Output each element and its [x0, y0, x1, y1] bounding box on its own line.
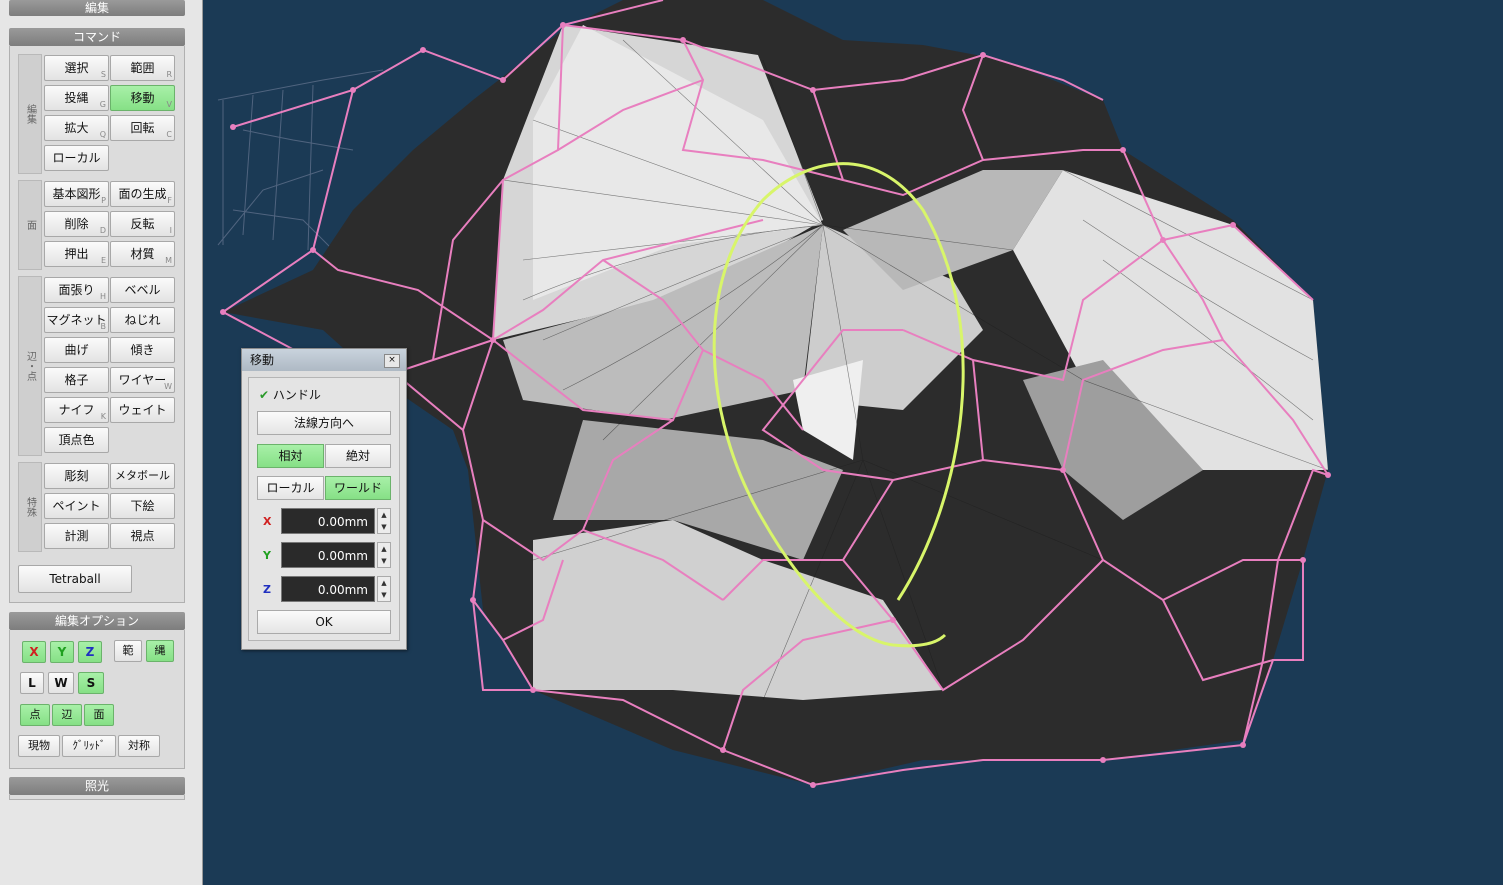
- point-option[interactable]: 点: [20, 704, 50, 726]
- tilt-button[interactable]: 傾き: [110, 337, 175, 363]
- magnet-button[interactable]: マグネット B: [44, 307, 109, 333]
- z-spinner[interactable]: ▲ ▼: [377, 576, 391, 602]
- handle-checkbox-row[interactable]: ✔ ハンドル: [259, 386, 321, 403]
- move-dialog-title[interactable]: 移動: [242, 349, 406, 371]
- grid-option[interactable]: ｸﾞﾘｯﾄﾞ: [62, 735, 116, 757]
- ok-button[interactable]: OK: [257, 610, 391, 634]
- group-tab-special: 特殊: [18, 462, 42, 552]
- range-option[interactable]: 範: [114, 640, 142, 662]
- metaball-button[interactable]: メタボール粘: [110, 463, 175, 506]
- twist-button[interactable]: ねじれ: [110, 307, 175, 333]
- primitive-button[interactable]: 基本図形 P: [44, 181, 109, 207]
- underlay-button[interactable]: 下絵: [110, 493, 175, 519]
- group-tab-edge-point: 辺・点: [18, 276, 42, 456]
- bend-button[interactable]: 曲げ: [44, 337, 109, 363]
- extrude-button[interactable]: 押出 E: [44, 241, 109, 267]
- relative-button[interactable]: 相対: [257, 444, 324, 468]
- bevel-button[interactable]: ベベル: [110, 277, 175, 303]
- face-option[interactable]: 面: [84, 704, 114, 726]
- move-dialog-body: ✔ ハンドル 法線方向へ 相対 絶対 ローカル ワールド X 0.00mm ▲ ▼…: [248, 377, 400, 641]
- edit-panel-header[interactable]: 編集: [9, 0, 185, 16]
- lasso-button[interactable]: 投縄 G: [44, 85, 109, 111]
- axis-x-toggle[interactable]: X: [22, 641, 46, 663]
- handle-label: ハンドル: [272, 388, 321, 402]
- axis-y-toggle[interactable]: Y: [50, 641, 74, 663]
- z-axis-label: Z: [263, 583, 271, 596]
- close-icon[interactable]: ×: [384, 354, 400, 368]
- vertex-color-button[interactable]: 頂点色: [44, 427, 109, 453]
- y-axis-label: Y: [263, 549, 271, 562]
- y-spinner[interactable]: ▲ ▼: [377, 542, 391, 568]
- y-value-field[interactable]: 0.00mm: [281, 542, 375, 568]
- delete-button[interactable]: 削除 D: [44, 211, 109, 237]
- x-spinner[interactable]: ▲ ▼: [377, 508, 391, 534]
- paint-button[interactable]: ペイント: [44, 493, 109, 519]
- x-value-field[interactable]: 0.00mm: [281, 508, 375, 534]
- tetraball-button[interactable]: Tetraball: [18, 565, 132, 593]
- local-coord-button[interactable]: ローカル: [257, 476, 324, 500]
- range-button[interactable]: 範囲 R: [110, 55, 175, 81]
- wire-button[interactable]: ワイヤー W: [110, 367, 175, 393]
- local-button[interactable]: ローカル: [44, 145, 109, 171]
- world-coord-button[interactable]: ワールド: [325, 476, 391, 500]
- select-button[interactable]: 選択 S: [44, 55, 109, 81]
- edit-options-header[interactable]: 編集オプション: [9, 612, 185, 630]
- group-tab-edit: 編集: [18, 54, 42, 174]
- generate-face-button[interactable]: 面の生成 F: [110, 181, 175, 207]
- edge-option[interactable]: 辺: [52, 704, 82, 726]
- measure-button[interactable]: 計測: [44, 523, 109, 549]
- lattice-button[interactable]: 格子: [44, 367, 109, 393]
- move-button[interactable]: 移動 V: [110, 85, 175, 111]
- scale-button[interactable]: 拡大 Q: [44, 115, 109, 141]
- world-option[interactable]: W: [48, 672, 74, 694]
- rotate-button[interactable]: 回転 C: [110, 115, 175, 141]
- checkmark-icon[interactable]: ✔: [259, 388, 269, 402]
- x-axis-label: X: [263, 515, 272, 528]
- command-panel-header[interactable]: コマンド: [9, 28, 185, 46]
- lighting-header[interactable]: 照光: [9, 777, 185, 795]
- absolute-button[interactable]: 絶対: [325, 444, 391, 468]
- flip-button[interactable]: 反転 I: [110, 211, 175, 237]
- z-value-field[interactable]: 0.00mm: [281, 576, 375, 602]
- lighting-panel: [9, 795, 185, 800]
- knife-button[interactable]: ナイフ K: [44, 397, 109, 423]
- lasso-option[interactable]: 縄: [146, 640, 174, 662]
- weight-button[interactable]: ウェイト: [110, 397, 175, 423]
- symmetry-option[interactable]: 対称: [118, 735, 160, 757]
- current-object-option[interactable]: 現物: [18, 735, 60, 757]
- sidebar: 編集 コマンド 編集 面 辺・点 特殊 選択 S 範囲 R 投縄 G 移動 V 拡大 Q …: [0, 0, 203, 885]
- normal-direction-button[interactable]: 法線方向へ: [257, 411, 391, 435]
- group-tab-face: 面: [18, 180, 42, 270]
- material-button[interactable]: 材質 M: [110, 241, 175, 267]
- viewpoint-button[interactable]: 視点: [110, 523, 175, 549]
- move-dialog: 移動 × ✔ ハンドル 法線方向へ 相対 絶対 ローカル ワールド X 0.00…: [241, 348, 407, 650]
- screen-option[interactable]: S: [78, 672, 104, 694]
- sculpt-button[interactable]: 彫刻: [44, 463, 109, 489]
- face-fill-button[interactable]: 面張り H: [44, 277, 109, 303]
- local-option[interactable]: L: [20, 672, 44, 694]
- axis-z-toggle[interactable]: Z: [78, 641, 102, 663]
